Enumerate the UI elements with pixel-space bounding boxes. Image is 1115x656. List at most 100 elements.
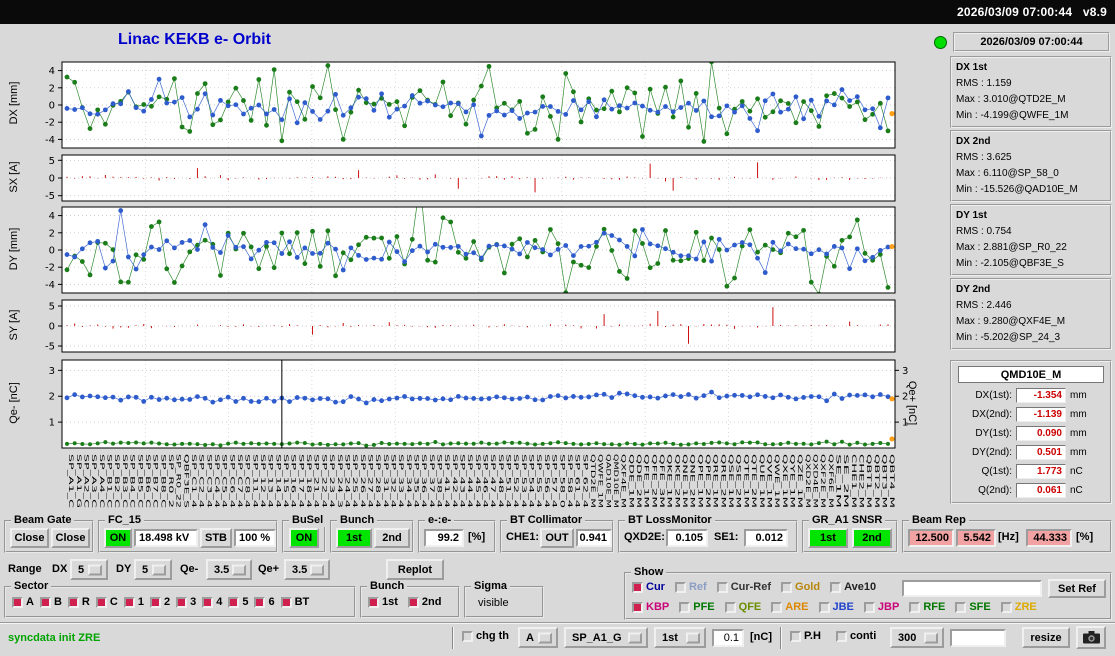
- sector-checkbox-b[interactable]: B: [40, 596, 62, 608]
- bunch-1st-button[interactable]: 1st: [336, 528, 372, 548]
- sector-checkbox-1[interactable]: 1: [124, 596, 144, 608]
- gr-a1-snsr-frame-title: GR_A1 SNSR: [809, 514, 885, 527]
- svg-text:1: 1: [49, 418, 55, 429]
- ph-checkbox[interactable]: P.H: [790, 630, 821, 642]
- show-checkbox-kbp[interactable]: KBP: [632, 601, 669, 613]
- gr-a1-2nd-button[interactable]: 2nd: [852, 528, 892, 548]
- beam-gate-close-button-1[interactable]: Close: [10, 528, 49, 548]
- show-checkbox-cur-ref[interactable]: Cur-Ref: [717, 581, 771, 593]
- show-checkbox-gold[interactable]: Gold: [781, 581, 820, 593]
- bpm-label: SP_A3_C: [90, 454, 98, 509]
- stats-max: Max : 2.881@SP_R0_22: [956, 240, 1106, 256]
- checkbox-icon: [12, 597, 23, 608]
- bunch-checkbox-1st[interactable]: 1st: [368, 596, 398, 608]
- beam-gate-close-button-2[interactable]: Close: [51, 528, 90, 548]
- bpm-label: SP_36_4: [420, 454, 428, 508]
- sigma-frame-title: Sigma: [471, 580, 510, 593]
- bunch-select-dropdown[interactable]: 1st: [654, 627, 706, 648]
- fc15-stb-button[interactable]: STB: [200, 528, 232, 548]
- show-checkbox-ave10[interactable]: Ave10: [830, 581, 876, 593]
- range-dx-dropdown[interactable]: 5: [70, 559, 108, 580]
- checkbox-label: 3: [190, 596, 196, 608]
- checkbox-label: Ref: [689, 581, 707, 593]
- range-qe-minus-dropdown[interactable]: 3.5: [206, 559, 252, 580]
- sector-checkbox-5[interactable]: 5: [228, 596, 248, 608]
- sector-checkbox-c[interactable]: C: [96, 596, 118, 608]
- show-checkbox-cur[interactable]: Cur: [632, 581, 665, 593]
- show-checkbox-zre[interactable]: ZRE: [1001, 601, 1037, 613]
- show-checkbox-rfe[interactable]: RFE: [909, 601, 945, 613]
- checkbox-icon: [632, 582, 643, 593]
- show-checkbox-are[interactable]: ARE: [771, 601, 808, 613]
- statusbar-divider: [0, 622, 1115, 624]
- sector-checkbox-3[interactable]: 3: [176, 596, 196, 608]
- svg-text:0: 0: [49, 246, 55, 257]
- beam-rep-hz-unit: [Hz]: [998, 531, 1019, 543]
- stats-max: Max : 9.280@QXF4E_M: [956, 314, 1106, 330]
- device-select-dropdown[interactable]: SP_A1_G: [564, 627, 648, 648]
- bt-lossmonitor-frame-title: BT LossMonitor: [625, 514, 715, 527]
- show-checkbox-ref[interactable]: Ref: [675, 581, 707, 593]
- sector-checkbox-r[interactable]: R: [68, 596, 90, 608]
- stats-title: DX 2nd: [956, 134, 1106, 150]
- interval-dropdown[interactable]: 300: [890, 627, 944, 648]
- show-checkbox-jbe[interactable]: JBE: [819, 601, 854, 613]
- checkbox-icon: [254, 597, 265, 608]
- checkbox-label: C: [110, 596, 118, 608]
- busel-on-button[interactable]: ON: [289, 528, 319, 548]
- checkbox-icon: [408, 597, 419, 608]
- bpm-label: SP_42_4: [451, 454, 459, 508]
- bunch-checkbox-2nd[interactable]: 2nd: [408, 596, 442, 608]
- bt-lossmonitor-frame: BT LossMonitor QXD2E: 0.105 SE1: 0.012: [618, 520, 798, 553]
- checkbox-label: Gold: [795, 581, 820, 593]
- set-ref-entry[interactable]: [902, 580, 1042, 597]
- bpm-label: QYE_1M: [789, 454, 797, 508]
- sigma-visible-label[interactable]: visible: [478, 597, 509, 609]
- bpm-label: QKE_2M: [673, 454, 681, 508]
- set-ref-button[interactable]: Set Ref: [1048, 579, 1106, 598]
- conti-checkbox[interactable]: conti: [836, 630, 876, 642]
- range-dy-dropdown[interactable]: 5: [134, 559, 172, 580]
- monitor-row-unit: mm: [1070, 428, 1087, 439]
- show-checkbox-jbp[interactable]: JBP: [864, 601, 899, 613]
- fc15-on-button[interactable]: ON: [104, 528, 132, 548]
- fc15-voltage-field: 18.498 kV: [134, 529, 198, 547]
- sector-checkbox-4[interactable]: 4: [202, 596, 222, 608]
- che1-out-button[interactable]: OUT: [540, 528, 574, 548]
- sector-checkbox-bt[interactable]: BT: [281, 596, 310, 608]
- bpm-label: QTE_1M: [742, 454, 750, 508]
- sector-checkbox-a[interactable]: A: [12, 596, 34, 608]
- sector-checkbox-6[interactable]: 6: [254, 596, 274, 608]
- bpm-label: CHE2_M: [858, 454, 866, 508]
- range-dx-label: DX: [52, 563, 67, 575]
- bpm-label: QUE_1M: [758, 454, 766, 508]
- bt-collimator-frame-title: BT Collimator: [507, 514, 585, 527]
- show-checkbox-pfe[interactable]: PFE: [679, 601, 714, 613]
- gr-a1-1st-button[interactable]: 1st: [808, 528, 848, 548]
- stats-title: DY 1st: [956, 208, 1106, 224]
- show-checkbox-qfe[interactable]: QFE: [725, 601, 762, 613]
- resize-button[interactable]: resize: [1022, 627, 1070, 648]
- bpm-label: SP_15_4: [282, 454, 290, 508]
- bpm-label: QXF6E_M: [827, 454, 835, 508]
- bunch-select-frame: Bunch 1st 2nd: [330, 520, 414, 553]
- range-qe-plus-dropdown[interactable]: 3.5: [284, 559, 330, 580]
- bpm-label: SP_B2_C: [113, 454, 121, 509]
- bpm-label: QDE_1M: [627, 454, 635, 508]
- threshold-entry[interactable]: [712, 629, 744, 647]
- screenshot-button[interactable]: [1076, 626, 1106, 649]
- chg-th-checkbox[interactable]: chg th: [462, 630, 509, 642]
- ee-ratio-unit: [%]: [468, 531, 485, 543]
- statusbar-entry[interactable]: [950, 629, 1006, 647]
- sector-select-dropdown[interactable]: A: [518, 627, 558, 648]
- show-checkbox-sfe[interactable]: SFE: [955, 601, 990, 613]
- stats-box-dy-2nd: DY 2nd RMS : 2.446 Max : 9.280@QXF4E_M M…: [950, 278, 1112, 350]
- bpm-label: SP_C3_4: [205, 454, 213, 508]
- bpm-label: QVE_1M: [765, 454, 773, 508]
- sector-checkbox-2[interactable]: 2: [150, 596, 170, 608]
- statusbar-separator: [780, 627, 782, 649]
- stats-box-dx-2nd: DX 2nd RMS : 3.625 Max : 6.110@SP_58_0 M…: [950, 130, 1112, 202]
- bunch-2nd-button[interactable]: 2nd: [374, 528, 410, 548]
- bpm-label: SP_A1_C: [67, 454, 75, 509]
- replot-button[interactable]: Replot: [386, 559, 444, 580]
